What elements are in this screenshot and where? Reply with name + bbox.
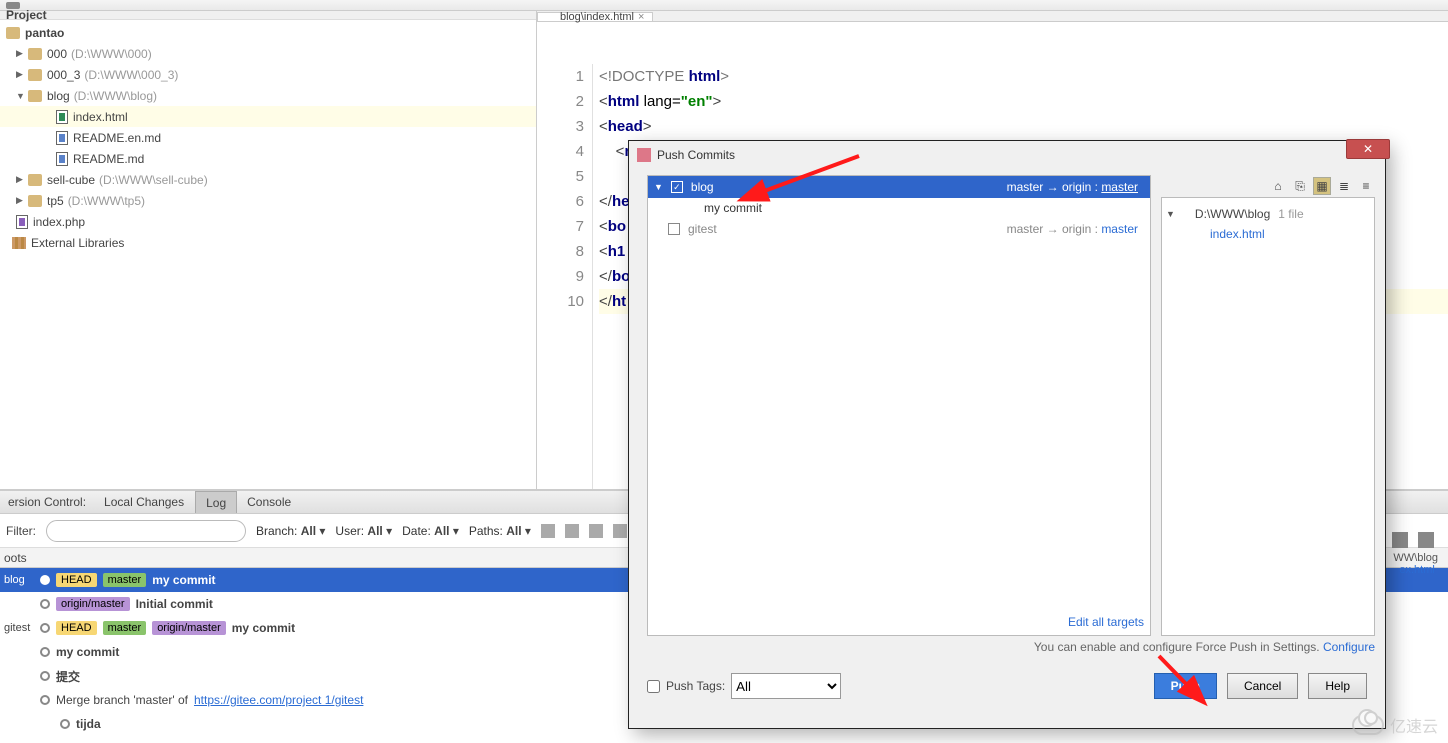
cloud-icon: [1352, 715, 1384, 735]
repo-item-gitest[interactable]: gitest master → origin : master: [648, 218, 1150, 240]
configure-link[interactable]: Configure: [1323, 640, 1375, 654]
edit-all-targets-link[interactable]: Edit all targets: [648, 609, 1150, 635]
file-pane: ⌂ ⎘ ▦ ≣ ≡ ▼ D:\WWW\blog 1 file inde: [1161, 175, 1375, 636]
push-tags-checkbox[interactable]: [647, 680, 660, 693]
show-diff-icon[interactable]: ⎘: [1291, 177, 1309, 195]
push-commits-dialog: Push Commits ✕ ▼ ✓ blog master → origin …: [628, 140, 1386, 729]
collapse-all-icon[interactable]: ≡: [1357, 177, 1375, 195]
repo-list: ▼ ✓ blog master → origin : master my com…: [647, 175, 1151, 636]
app-icon: [637, 148, 651, 162]
chevron-down-icon[interactable]: ▼: [1166, 209, 1175, 219]
watermark: 亿速云: [1352, 713, 1438, 737]
force-push-note: You can enable and configure Force Push …: [629, 636, 1385, 658]
html-file-icon: [1196, 228, 1206, 240]
repo-item-blog[interactable]: ▼ ✓ blog master → origin : master: [648, 176, 1150, 198]
tree-file[interactable]: index.html: [1166, 224, 1370, 244]
push-tags-label: Push Tags:: [666, 679, 725, 693]
cancel-button[interactable]: Cancel: [1227, 673, 1298, 699]
commit-item[interactable]: my commit: [648, 198, 1150, 218]
push-tags-select[interactable]: All: [731, 673, 841, 699]
chevron-down-icon[interactable]: ▼: [654, 182, 663, 192]
help-button[interactable]: Help: [1308, 673, 1367, 699]
group-by-dir-icon[interactable]: ⌂: [1269, 177, 1287, 195]
expand-all-icon[interactable]: ≣: [1335, 177, 1353, 195]
folder-icon: [1179, 209, 1191, 219]
tree-root[interactable]: ▼ D:\WWW\blog 1 file: [1166, 204, 1370, 224]
group-by-icon[interactable]: ▦: [1313, 177, 1331, 195]
dialog-titlebar[interactable]: Push Commits ✕: [629, 141, 1385, 169]
close-button[interactable]: ✕: [1346, 139, 1390, 159]
changed-files-tree[interactable]: ▼ D:\WWW\blog 1 file index.html: [1161, 197, 1375, 636]
file-toolbar: ⌂ ⎘ ▦ ≣ ≡: [1161, 175, 1375, 197]
checkbox-checked-icon[interactable]: ✓: [671, 181, 683, 193]
push-button[interactable]: Push: [1154, 673, 1217, 699]
dialog-title: Push Commits: [657, 148, 735, 162]
checkbox-unchecked-icon[interactable]: [668, 223, 680, 235]
dialog-footer: Push Tags: All Push Cancel Help: [629, 658, 1385, 728]
dialog-backdrop: Push Commits ✕ ▼ ✓ blog master → origin …: [0, 0, 1448, 743]
